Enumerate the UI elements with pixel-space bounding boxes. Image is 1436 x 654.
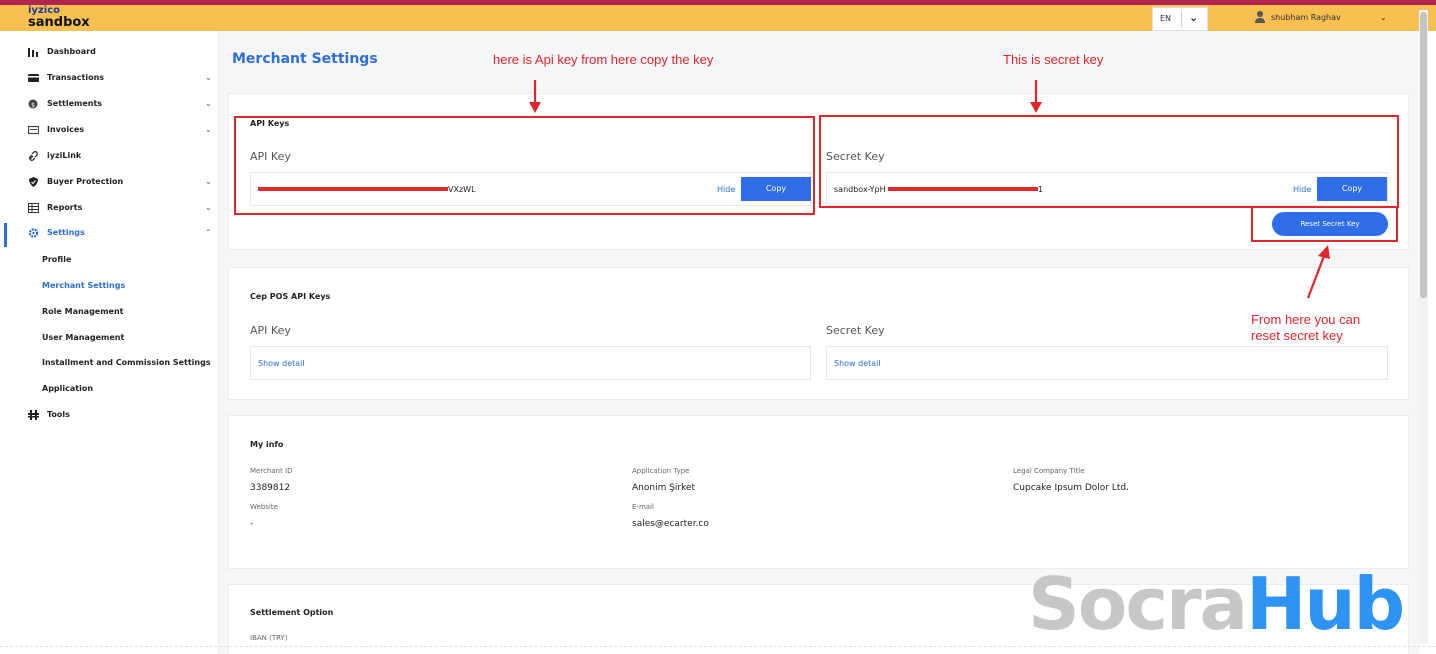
email-value: sales@ecarter.co (632, 519, 709, 529)
show-detail-link[interactable]: Show detail (834, 359, 881, 368)
cep-secret-key-field: Show detail (826, 346, 1388, 380)
sidebar-item-dashboard[interactable]: Dashboard (0, 42, 219, 62)
submenu-profile[interactable]: Profile (42, 255, 71, 264)
chevron-down-icon: ⌄ (1380, 13, 1387, 22)
chevron-down-icon: ⌄ (205, 73, 212, 82)
sidebar-item-tools[interactable]: Tools (0, 405, 219, 425)
iban-label: IBAN (TRY) (250, 634, 288, 642)
sidebar-item-label: Dashboard (47, 47, 96, 56)
application-type-value: Anonim Şirket (632, 483, 696, 493)
application-type-label: Application Type (632, 467, 690, 475)
chevron-down-icon: ⌄ (205, 203, 212, 212)
website-label: Website (250, 503, 278, 511)
merchant-id-value: 3389812 (250, 483, 291, 493)
chevron-down-icon: ⌄ (205, 177, 212, 186)
top-bar: iyzico sandbox EN ⌄ shubham Raghav ⌄ (0, 5, 1436, 37)
legal-title-value: Cupcake Ipsum Dolor Ltd. (1013, 483, 1129, 493)
user-icon (1255, 11, 1265, 23)
api-key-highlight (234, 116, 815, 215)
my-info-card: My info Merchant ID 3389812 Application … (228, 415, 1409, 569)
sidebar-item-reports[interactable]: Reports ⌄ (0, 198, 219, 218)
sidebar-item-transactions[interactable]: Transactions ⌄ (0, 68, 219, 88)
sidebar-item-iyzilink[interactable]: iyziLink (0, 146, 219, 166)
submenu-installment-commission[interactable]: Installment and Commission Settings (42, 358, 211, 367)
sidebar-item-label: iyziLink (47, 151, 82, 160)
brand-logo[interactable]: iyzico sandbox (28, 6, 90, 30)
section-title: Cep POS API Keys (250, 292, 331, 301)
secret-key-highlight (819, 115, 1399, 208)
submenu-merchant-settings[interactable]: Merchant Settings (42, 281, 125, 290)
section-title: My info (250, 440, 284, 449)
svg-text:$: $ (31, 102, 35, 109)
legal-title-label: Legal Company Title (1013, 467, 1085, 475)
watermark-part1: Socra (1028, 562, 1248, 646)
sidebar-item-buyer-protection[interactable]: Buyer Protection ⌄ (0, 172, 219, 192)
show-detail-link[interactable]: Show detail (258, 359, 305, 368)
reset-button-highlight (1251, 206, 1398, 242)
language-divider (1181, 11, 1182, 27)
coin-icon: $ (28, 99, 38, 109)
sidebar-item-label: Buyer Protection (47, 177, 124, 186)
website-value: - (250, 519, 254, 529)
submenu-application[interactable]: Application (42, 384, 93, 393)
sidebar-item-label: Reports (47, 203, 83, 212)
email-label: E-mail (632, 503, 654, 511)
submenu-user-management[interactable]: User Management (42, 333, 124, 342)
chevron-down-icon: ⌄ (205, 99, 212, 108)
sidebar-item-label: Transactions (47, 73, 105, 82)
reset-annotation: From here you can reset secret key (1251, 312, 1360, 345)
page-title: Merchant Settings (232, 51, 378, 67)
reset-annotation-line1: From here you can (1251, 312, 1361, 327)
card-icon (28, 74, 39, 82)
sidebar-item-settings[interactable]: Settings ⌃ (0, 223, 219, 243)
cep-api-key-field: Show detail (250, 346, 811, 380)
secret-key-annotation: This is secret key (1003, 52, 1104, 67)
puzzle-icon (28, 410, 39, 420)
chevron-up-icon: ⌃ (205, 228, 212, 237)
bottom-divider (0, 646, 1436, 654)
reset-annotation-line2: reset secret key (1251, 328, 1343, 344)
sidebar: Dashboard Transactions ⌄ $ Settlements ⌄… (0, 31, 219, 654)
invoice-icon (28, 125, 39, 135)
cep-secret-key-label: Secret Key (826, 324, 885, 337)
bar-chart-icon (28, 48, 38, 57)
merchant-id-label: Merchant ID (250, 467, 293, 475)
shield-icon (29, 177, 38, 187)
chevron-down-icon: ⌄ (205, 125, 212, 134)
chevron-down-icon: ⌄ (1189, 11, 1199, 24)
gear-icon (28, 228, 39, 238)
sidebar-item-settlements[interactable]: $ Settlements ⌄ (0, 94, 219, 114)
language-code: EN (1160, 14, 1172, 23)
brand-bottom: sandbox (28, 15, 90, 30)
api-key-annotation: here is Api key from here copy the key (493, 52, 714, 67)
table-icon (28, 203, 39, 213)
sidebar-item-label: Settlements (47, 99, 103, 108)
scrollbar[interactable] (1419, 10, 1428, 644)
language-selector[interactable]: EN ⌄ (1152, 7, 1208, 31)
sidebar-item-invoices[interactable]: Invoices ⌄ (0, 120, 219, 140)
section-title: Settlement Option (250, 608, 334, 617)
submenu-role-management[interactable]: Role Management (42, 307, 124, 316)
watermark-logo: SocraHub (1028, 568, 1405, 640)
sidebar-item-label: Settings (47, 228, 85, 237)
cep-api-key-label: API Key (250, 324, 291, 337)
user-name: shubham Raghav (1271, 13, 1341, 22)
sidebar-item-label: Tools (47, 410, 70, 419)
cep-pos-card: Cep POS API Keys API Key Show detail Sec… (228, 267, 1409, 400)
watermark-part2: Hub (1246, 562, 1405, 646)
sidebar-item-label: Invoices (47, 125, 85, 134)
scrollbar-thumb[interactable] (1420, 12, 1427, 298)
link-icon (29, 151, 38, 161)
